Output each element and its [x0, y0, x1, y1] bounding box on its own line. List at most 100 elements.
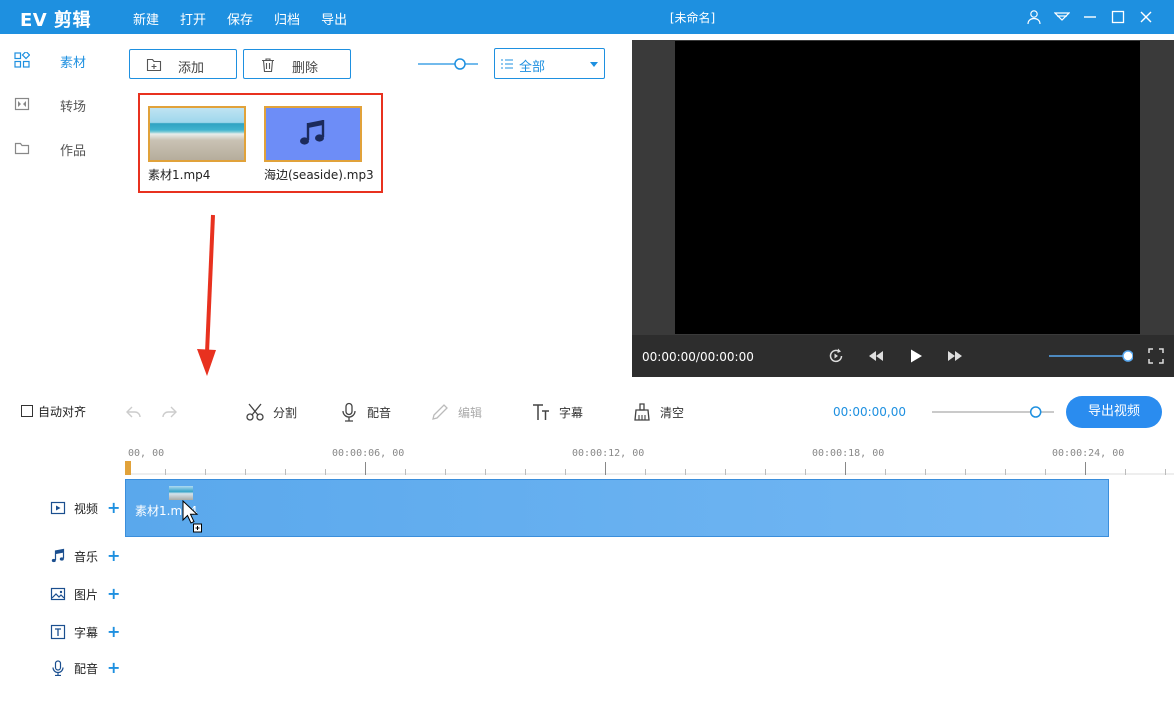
- tool-label: 配音: [367, 405, 392, 420]
- track-label: 配音: [74, 661, 99, 676]
- undo-button[interactable]: [125, 401, 143, 423]
- menu-open[interactable]: 打开: [180, 9, 206, 28]
- edit-button[interactable]: 编辑: [430, 401, 482, 423]
- rewind-icon[interactable]: [866, 346, 886, 366]
- window-controls: [1020, 6, 1160, 28]
- menu-export[interactable]: 导出: [321, 9, 347, 28]
- undo-icon: [126, 406, 141, 418]
- image-icon: [50, 587, 66, 601]
- edit-toolbar: 自动对齐 分割 配音 编辑 字幕 清空 00:00:00,00 导出视频: [0, 393, 1174, 431]
- track-music: 音乐 +: [50, 545, 120, 567]
- media-item-name: 海边(seaside).mp3: [264, 168, 374, 182]
- sidebar-item-works[interactable]: 作品: [0, 130, 112, 166]
- track-label: 字幕: [74, 625, 99, 640]
- video-thumbnail: [148, 106, 246, 162]
- auto-align-checkbox[interactable]: [21, 405, 33, 417]
- audio-thumbnail: [264, 106, 362, 162]
- replay-icon[interactable]: [826, 346, 846, 366]
- mouse-cursor-icon: [182, 500, 202, 533]
- delete-button-label: 删除: [292, 61, 319, 76]
- add-file-icon: [146, 58, 162, 72]
- media-filter-value: 全部: [519, 60, 546, 75]
- track-label: 视频: [74, 501, 99, 516]
- tool-label: 清空: [660, 405, 685, 420]
- trash-icon: [262, 58, 274, 73]
- fast-forward-icon[interactable]: [945, 346, 965, 366]
- track-subtitle: 字幕 +: [50, 621, 120, 643]
- redo-icon: [162, 406, 177, 418]
- track-video: 视频 +: [50, 497, 120, 519]
- microphone-icon: [342, 402, 356, 422]
- text-box-icon: [50, 624, 66, 640]
- preview-time: 00:00:00/00:00:00: [642, 350, 754, 364]
- title-bar: EV 剪辑 新建 打开 保存 归档 导出 [未命名]: [0, 0, 1174, 34]
- timeline-zoom-slider[interactable]: [932, 405, 1054, 419]
- maximize-icon[interactable]: [1104, 6, 1132, 28]
- folder-icon: [14, 142, 30, 155]
- track-dub: 配音 +: [50, 657, 120, 679]
- skin-icon[interactable]: [1048, 6, 1076, 28]
- preview-screen: [675, 41, 1140, 334]
- add-image-track-button[interactable]: +: [107, 586, 120, 602]
- media-item-audio[interactable]: 海边(seaside).mp3: [264, 106, 374, 183]
- fullscreen-icon[interactable]: [1146, 346, 1166, 366]
- media-item-name: 素材1.mp4: [148, 168, 211, 182]
- playhead-marker[interactable]: [125, 461, 131, 475]
- dub-button[interactable]: 配音: [339, 401, 391, 423]
- export-video-button[interactable]: 导出视频: [1066, 396, 1162, 428]
- add-music-track-button[interactable]: +: [107, 548, 120, 564]
- document-title: [未命名]: [669, 11, 716, 25]
- menu-archive[interactable]: 归档: [274, 9, 300, 28]
- split-button[interactable]: 分割: [245, 401, 297, 423]
- media-filter-select[interactable]: 全部: [494, 48, 605, 79]
- video-clip[interactable]: 素材1.mp4: [125, 479, 1109, 537]
- add-video-track-button[interactable]: +: [107, 500, 120, 516]
- red-arrow-annotation: [197, 214, 216, 376]
- tool-label: 分割: [273, 405, 298, 420]
- sidebar-item-transitions[interactable]: 转场: [0, 86, 112, 122]
- sidebar-item-label: 转场: [60, 100, 87, 115]
- close-icon[interactable]: [1132, 6, 1160, 28]
- minimize-icon[interactable]: [1076, 6, 1104, 28]
- tool-label: 编辑: [458, 405, 483, 420]
- clear-button[interactable]: 清空: [632, 401, 684, 423]
- add-subtitle-track-button[interactable]: +: [107, 624, 120, 640]
- play-icon[interactable]: [906, 346, 926, 366]
- subtitle-button[interactable]: 字幕: [531, 401, 583, 423]
- tool-label: 字幕: [559, 405, 584, 420]
- list-icon: [501, 59, 513, 69]
- video-icon: [50, 501, 66, 515]
- sidebar-item-label: 素材: [60, 56, 87, 71]
- current-time: 00:00:00,00: [833, 405, 906, 419]
- menu-new[interactable]: 新建: [133, 9, 159, 28]
- track-label: 图片: [74, 587, 99, 602]
- main-menu: 新建 打开 保存 归档 导出: [133, 9, 368, 28]
- add-button[interactable]: 添加: [129, 49, 237, 79]
- left-sidebar: 素材 转场 作品: [0, 34, 112, 374]
- transition-icon: [14, 97, 30, 111]
- app-window: EV 剪辑 新建 打开 保存 归档 导出 [未命名] 素材 转场 作品 添加 删…: [0, 0, 1174, 708]
- menu-save[interactable]: 保存: [227, 9, 253, 28]
- thumbnail-size-slider[interactable]: [418, 57, 478, 71]
- chevron-down-icon: [590, 62, 598, 67]
- timeline-ruler[interactable]: 00, 00 00:00:06, 00 00:00:12, 00 00:00:1…: [125, 444, 1174, 478]
- brush-icon: [634, 403, 650, 421]
- add-dub-track-button[interactable]: +: [107, 660, 120, 676]
- app-logo: EV 剪辑: [20, 10, 91, 31]
- music-note-icon: [300, 120, 325, 145]
- user-icon[interactable]: [1020, 6, 1048, 28]
- grid-icon: [14, 52, 30, 68]
- text-icon: [533, 404, 549, 420]
- media-item-video[interactable]: 素材1.mp4: [148, 106, 246, 183]
- track-image: 图片 +: [50, 583, 120, 605]
- volume-slider[interactable]: [1049, 349, 1133, 363]
- preview-panel: 00:00:00/00:00:00: [632, 40, 1174, 377]
- add-button-label: 添加: [178, 61, 205, 76]
- sidebar-item-materials[interactable]: 素材: [0, 42, 112, 78]
- ruler-ticks: [125, 462, 1174, 475]
- delete-button[interactable]: 删除: [243, 49, 351, 79]
- pencil-icon: [432, 404, 448, 420]
- redo-button[interactable]: [160, 401, 178, 423]
- music-icon: [51, 548, 65, 563]
- preview-controls: 00:00:00/00:00:00: [632, 335, 1174, 377]
